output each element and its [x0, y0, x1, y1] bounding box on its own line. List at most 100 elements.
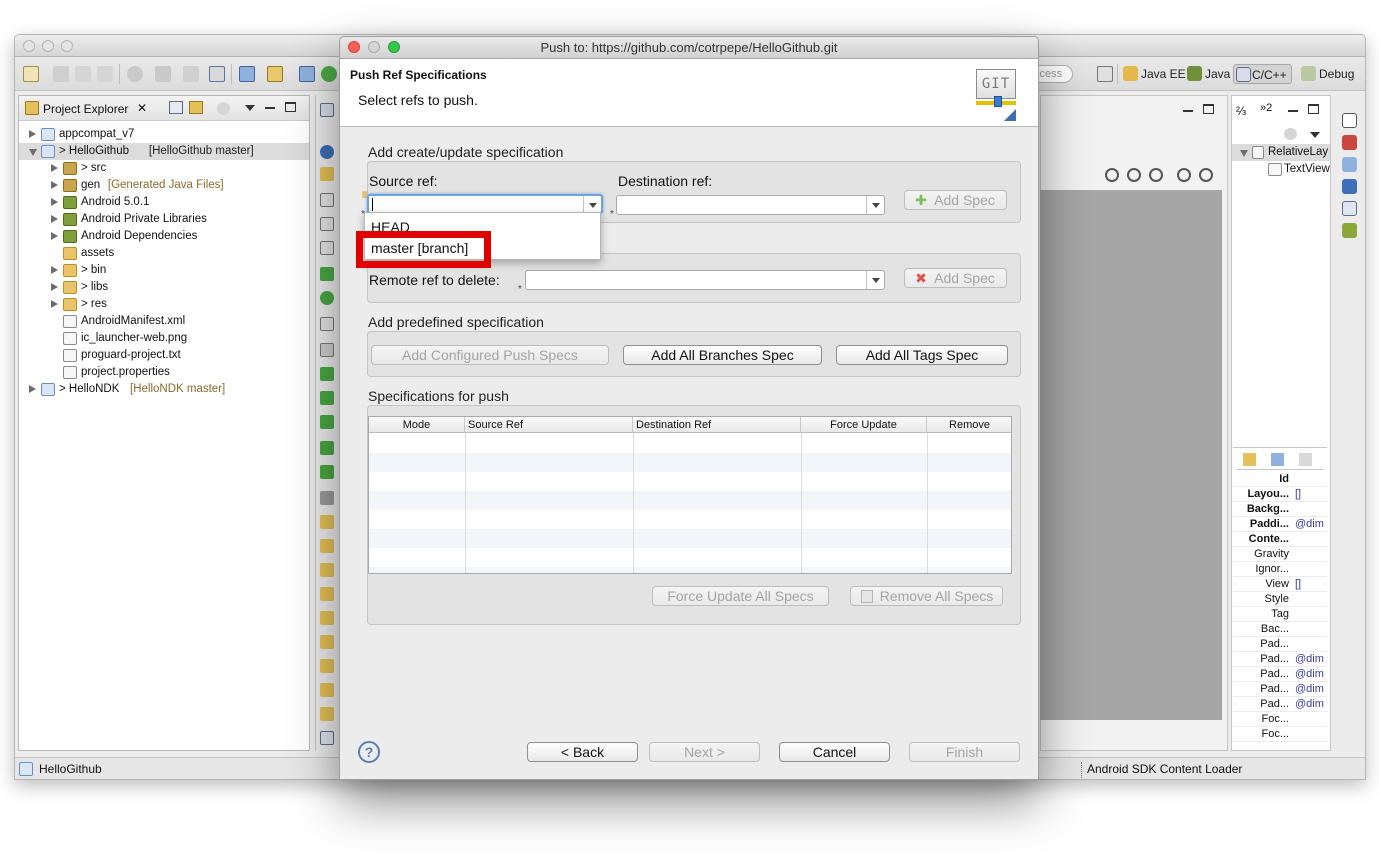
progress-icon[interactable]: [320, 415, 334, 429]
column-header-remove[interactable]: Remove: [927, 417, 1011, 433]
back-button[interactable]: < Back: [527, 742, 638, 762]
push-specs-table[interactable]: Mode Source Ref Destination Ref Force Up…: [368, 416, 1012, 574]
tree-item[interactable]: > HelloGithub [HelloGithub master]: [19, 143, 309, 160]
tree-item[interactable]: > HelloNDK [HelloNDK master]: [19, 381, 309, 398]
help-button[interactable]: ?: [358, 741, 380, 763]
zoom-out-icon[interactable]: [1177, 168, 1191, 182]
tree-item[interactable]: Android Dependencies: [19, 228, 309, 245]
column-header-force-update[interactable]: Force Update: [801, 417, 927, 433]
chevron-right-icon[interactable]: [51, 283, 58, 291]
folder-icon[interactable]: [320, 167, 334, 181]
source-ref-combo[interactable]: [367, 194, 603, 214]
close-window-button[interactable]: [23, 40, 35, 52]
remote-ref-delete-combo[interactable]: [525, 270, 885, 290]
chevron-right-icon[interactable]: [51, 215, 58, 223]
perspective-debug[interactable]: Debug: [1301, 64, 1354, 84]
column-header-mode[interactable]: Mode: [369, 417, 465, 433]
tree-item[interactable]: proguard-project.txt: [19, 347, 309, 364]
add-all-branches-spec-button[interactable]: Add All Branches Spec: [623, 345, 822, 365]
chevron-right-icon[interactable]: [51, 181, 58, 189]
outline-item[interactable]: RelativeLay: [1232, 144, 1330, 161]
sort-alpha-icon[interactable]: [1271, 453, 1284, 466]
settings-icon[interactable]: [127, 66, 143, 82]
chevron-down-icon[interactable]: [29, 149, 37, 156]
maximize-view-icon[interactable]: [285, 102, 296, 112]
properties-icon[interactable]: [1342, 201, 1357, 216]
zoom-real-icon[interactable]: [1127, 168, 1141, 182]
save-icon[interactable]: [53, 66, 69, 82]
minimize-view-icon[interactable]: [1288, 110, 1298, 112]
finish-button[interactable]: Finish: [909, 742, 1020, 762]
android-run-icon[interactable]: [321, 66, 337, 82]
new-icon[interactable]: [23, 66, 39, 82]
checkbox-icon[interactable]: [320, 317, 334, 331]
seekbar-icon[interactable]: [320, 441, 334, 455]
chevron-right-icon[interactable]: [51, 164, 58, 172]
tree-item[interactable]: > libs: [19, 279, 309, 296]
tree-item[interactable]: Android Private Libraries: [19, 211, 309, 228]
property-row[interactable]: Pad... @dim: [1233, 667, 1327, 682]
property-row[interactable]: Foc...: [1233, 712, 1327, 727]
property-row[interactable]: Layou... []: [1233, 487, 1327, 502]
textview-icon[interactable]: [320, 217, 334, 231]
advanced-icon[interactable]: [1299, 453, 1312, 466]
tree-item[interactable]: > bin: [19, 262, 309, 279]
tree-item[interactable]: Android 5.0.1: [19, 194, 309, 211]
minimize-view-icon[interactable]: [1183, 110, 1193, 112]
layout-canvas[interactable]: [1040, 190, 1222, 720]
force-update-all-specs-button[interactable]: Force Update All Specs: [652, 586, 829, 606]
maximize-view-icon[interactable]: [1203, 104, 1214, 114]
minimize-window-button[interactable]: [42, 40, 54, 52]
chevron-right-icon[interactable]: [51, 266, 58, 274]
chevron-right-icon[interactable]: [51, 198, 58, 206]
save-all-icon[interactable]: [75, 66, 91, 82]
new-package-icon[interactable]: [267, 66, 283, 82]
outline-tab-icon[interactable]: ⅔: [1236, 104, 1246, 118]
new-java-icon[interactable]: [299, 66, 315, 82]
destination-ref-combo[interactable]: [616, 195, 885, 215]
button-widget-icon[interactable]: [320, 241, 334, 255]
open-perspective-icon[interactable]: [1097, 66, 1113, 82]
property-row[interactable]: Paddi... @dim: [1233, 517, 1327, 532]
spinner-icon[interactable]: [320, 343, 334, 357]
chevron-right-icon[interactable]: [51, 232, 58, 240]
minimize-view-icon[interactable]: [265, 107, 275, 109]
folder-icon[interactable]: [320, 659, 334, 673]
folder-icon[interactable]: [320, 587, 334, 601]
view-menu-icon[interactable]: [245, 105, 255, 111]
add-all-tags-spec-button[interactable]: Add All Tags Spec: [836, 345, 1008, 365]
perspective-java-ee[interactable]: Java EE: [1123, 64, 1186, 84]
seekbar-icon[interactable]: [320, 465, 334, 479]
outline-item[interactable]: TextView: [1232, 161, 1330, 178]
collapse-all-icon[interactable]: [169, 101, 183, 114]
tree-item[interactable]: AndroidManifest.xml: [19, 313, 309, 330]
chevron-down-icon[interactable]: [866, 196, 884, 214]
next-button[interactable]: Next >: [649, 742, 760, 762]
perspective-cpp[interactable]: C/C++: [1233, 64, 1292, 84]
folder-icon[interactable]: [320, 539, 334, 553]
property-row[interactable]: Pad... @dim: [1233, 652, 1327, 667]
link-editor-icon[interactable]: [189, 101, 203, 114]
folder-icon[interactable]: [320, 563, 334, 577]
list-icon[interactable]: [320, 731, 334, 745]
toggle-icon[interactable]: [320, 267, 334, 281]
zoom-fit-icon[interactable]: [1105, 168, 1119, 182]
tree-item[interactable]: > src: [19, 160, 309, 177]
property-row[interactable]: Pad... @dim: [1233, 697, 1327, 712]
tree-item[interactable]: gen [Generated Java Files]: [19, 177, 309, 194]
column-header-destination-ref[interactable]: Destination Ref: [633, 417, 801, 433]
tree-item[interactable]: > res: [19, 296, 309, 313]
add-create-spec-button[interactable]: ✚ Add Spec: [904, 190, 1007, 210]
remove-all-specs-button[interactable]: Remove All Specs: [850, 586, 1003, 606]
cancel-button[interactable]: Cancel: [779, 742, 890, 762]
perspective-java[interactable]: Java: [1187, 64, 1230, 84]
radio-icon[interactable]: [320, 291, 334, 305]
property-row[interactable]: Tag: [1233, 607, 1327, 622]
folder-icon[interactable]: [320, 635, 334, 649]
property-row[interactable]: Ignor...: [1233, 562, 1327, 577]
print-icon[interactable]: [97, 66, 113, 82]
folder-icon[interactable]: [320, 611, 334, 625]
folder-icon[interactable]: [320, 707, 334, 721]
close-view-icon[interactable]: ✕: [137, 101, 147, 115]
zoom-in-icon[interactable]: [1199, 168, 1213, 182]
